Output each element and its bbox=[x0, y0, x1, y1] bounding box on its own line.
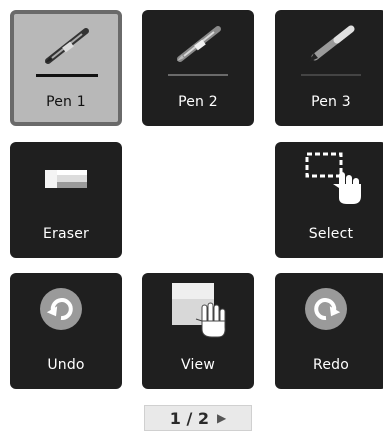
pen-2-label: Pen 2 bbox=[178, 94, 218, 110]
view-button[interactable]: View bbox=[142, 273, 254, 389]
select-hand-icon bbox=[305, 150, 365, 206]
eraser-icon bbox=[45, 168, 87, 190]
eraser-label: Eraser bbox=[42, 226, 90, 242]
redo-button[interactable]: Redo bbox=[275, 273, 383, 389]
select-button[interactable]: Select bbox=[275, 142, 383, 258]
pen-icon bbox=[174, 24, 224, 64]
stroke-line-icon bbox=[301, 74, 361, 77]
page-indicator: 1 / 2 ▶ bbox=[144, 405, 252, 431]
pen-1-button[interactable]: Pen 1 bbox=[10, 10, 122, 126]
view-hand-icon bbox=[172, 283, 230, 341]
undo-label: Undo bbox=[47, 357, 85, 373]
view-label: View bbox=[180, 357, 216, 373]
undo-button[interactable]: Undo bbox=[10, 273, 122, 389]
pen-1-label: Pen 1 bbox=[46, 94, 86, 110]
eraser-button[interactable]: Eraser bbox=[10, 142, 122, 258]
pen-icon bbox=[42, 26, 92, 66]
stroke-line-icon bbox=[36, 74, 98, 78]
page-count: 1 / 2 bbox=[169, 408, 209, 428]
select-label: Select bbox=[308, 226, 354, 242]
undo-icon bbox=[39, 287, 83, 331]
stroke-line-icon bbox=[168, 74, 228, 77]
redo-icon bbox=[304, 287, 348, 331]
pen-3-label: Pen 3 bbox=[311, 94, 351, 110]
redo-label: Redo bbox=[313, 357, 349, 373]
pen-2-button[interactable]: Pen 2 bbox=[142, 10, 254, 126]
marker-icon bbox=[307, 24, 357, 64]
next-page-icon[interactable]: ▶ bbox=[217, 411, 226, 425]
pen-3-button[interactable]: Pen 3 bbox=[275, 10, 383, 126]
